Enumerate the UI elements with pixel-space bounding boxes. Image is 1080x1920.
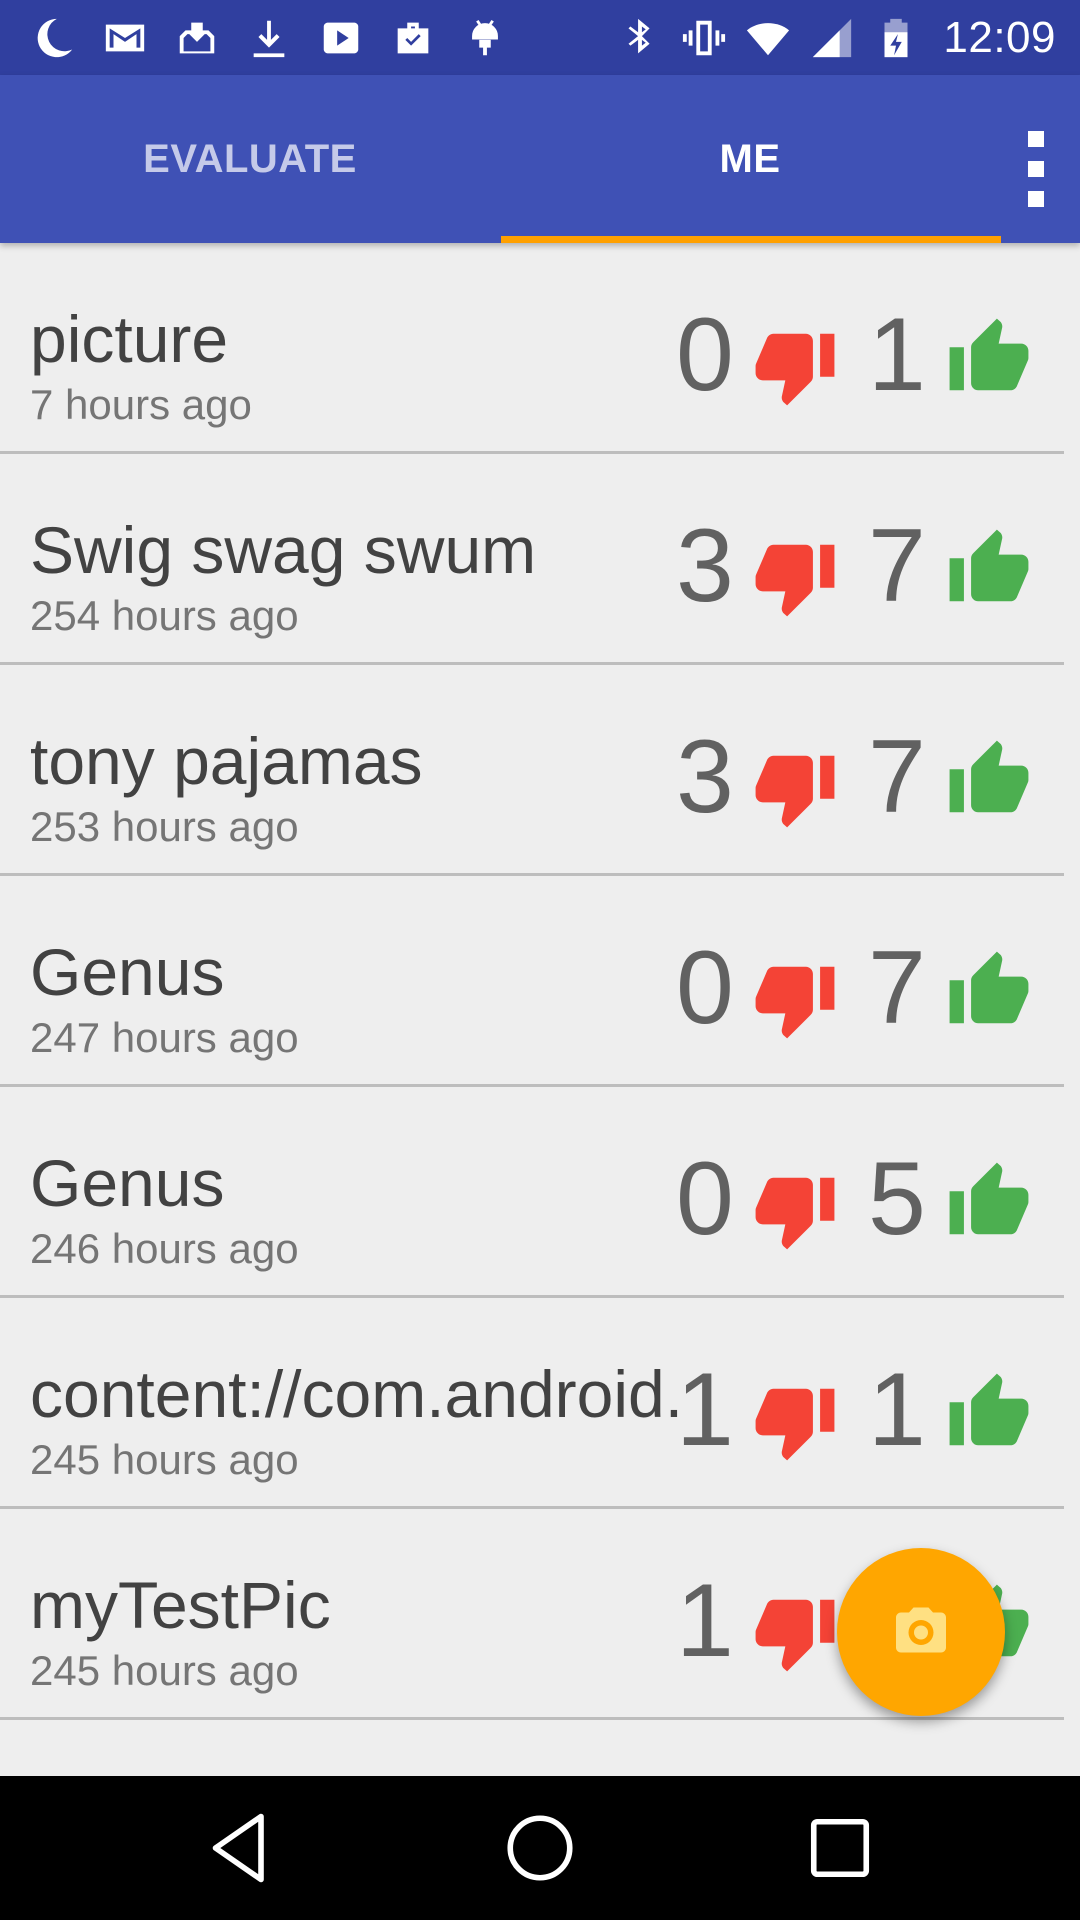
thumbs-down-count: 3 [676, 508, 734, 624]
item-timestamp: 7 hours ago [30, 381, 252, 428]
item-title: Genus [30, 1146, 225, 1220]
overflow-dot [1028, 131, 1044, 147]
overflow-dot [1028, 161, 1044, 177]
overflow-menu-icon[interactable] [1016, 131, 1056, 241]
briefcase-icon [390, 15, 436, 61]
thumbs-up-icon [946, 526, 1032, 612]
thumbs-up-count: 1 [868, 297, 926, 413]
thumbs-up-count: 5 [868, 1141, 926, 1257]
download-icon [246, 15, 292, 61]
thumbs-down-icon [752, 1378, 838, 1464]
tab-indicator [501, 236, 1001, 243]
thumbs-down-count: 1 [676, 1563, 734, 1679]
thumbs-down-icon [752, 956, 838, 1042]
thumbs-up-count: 7 [868, 719, 926, 835]
gmail-icon [102, 15, 148, 61]
thumbs-up-count: 1 [868, 1352, 926, 1468]
thumbs-down-count: 0 [676, 1141, 734, 1257]
inbox-icon [174, 15, 220, 61]
recents-icon[interactable] [798, 1806, 882, 1890]
camera-fab-button[interactable] [837, 1548, 1005, 1716]
thumbs-up-icon [946, 1159, 1032, 1245]
item-title: content://com.android. [30, 1357, 684, 1431]
item-title: Swig swag swum [30, 513, 537, 587]
tab-evaluate[interactable]: EVALUATE [0, 75, 500, 243]
list-item[interactable]: picture 7 hours ago 0 1 [0, 243, 1064, 454]
thumbs-down-icon [752, 745, 838, 831]
battery-charging-icon [873, 15, 919, 61]
android-icon [462, 15, 508, 61]
item-title: myTestPic [30, 1568, 331, 1642]
vibrate-icon [681, 15, 727, 61]
item-title: picture [30, 302, 229, 376]
item-timestamp: 246 hours ago [30, 1225, 299, 1272]
thumbs-up-icon [946, 1370, 1032, 1456]
thumbs-up-count: 7 [868, 508, 926, 624]
thumbs-up-icon [946, 315, 1032, 401]
item-title: tony pajamas [30, 724, 423, 798]
moon-icon [30, 15, 76, 61]
system-status-icons: 12:09 [617, 10, 1056, 66]
wifi-icon [745, 15, 791, 61]
thumbs-up-icon [946, 737, 1032, 823]
thumbs-down-icon [752, 323, 838, 409]
list-item[interactable]: tony pajamas 253 hours ago 3 7 [0, 665, 1064, 876]
list-item[interactable]: Genus 246 hours ago 0 5 [0, 1087, 1064, 1298]
home-icon[interactable] [498, 1806, 582, 1890]
app-bar: EVALUATE ME [0, 75, 1080, 243]
list-item[interactable]: content://com.android. 245 hours ago 1 1 [0, 1298, 1064, 1509]
item-timestamp: 245 hours ago [30, 1436, 299, 1483]
thumbs-down-count: 0 [676, 930, 734, 1046]
thumbs-down-count: 1 [676, 1352, 734, 1468]
thumbs-up-count: 7 [868, 930, 926, 1046]
thumbs-down-icon [752, 534, 838, 620]
signal-icon [809, 15, 855, 61]
navigation-bar [0, 1776, 1080, 1920]
youtube-icon [318, 15, 364, 61]
item-timestamp: 254 hours ago [30, 592, 299, 639]
list-item[interactable]: Swig swag swum 254 hours ago 3 7 [0, 454, 1064, 665]
notification-icons [30, 14, 508, 62]
thumbs-down-icon [752, 1167, 838, 1253]
thumbs-up-icon [946, 948, 1032, 1034]
thumbs-down-icon [752, 1589, 838, 1675]
thumbs-down-count: 0 [676, 297, 734, 413]
status-bar: 12:09 [0, 0, 1080, 75]
bluetooth-icon [617, 15, 663, 61]
clock: 12:09 [943, 13, 1056, 62]
item-timestamp: 253 hours ago [30, 803, 299, 850]
overflow-dot [1028, 191, 1044, 207]
list-item[interactable]: Genus 247 hours ago 0 7 [0, 876, 1064, 1087]
item-timestamp: 245 hours ago [30, 1647, 299, 1694]
camera-icon [891, 1600, 951, 1665]
item-title: Genus [30, 935, 225, 1009]
item-timestamp: 247 hours ago [30, 1014, 299, 1061]
tab-me[interactable]: ME [500, 75, 1000, 243]
picture-list: picture 7 hours ago 0 1 Swig swag swum 2… [0, 243, 1064, 1720]
thumbs-down-count: 3 [676, 719, 734, 835]
back-icon[interactable] [198, 1806, 282, 1890]
